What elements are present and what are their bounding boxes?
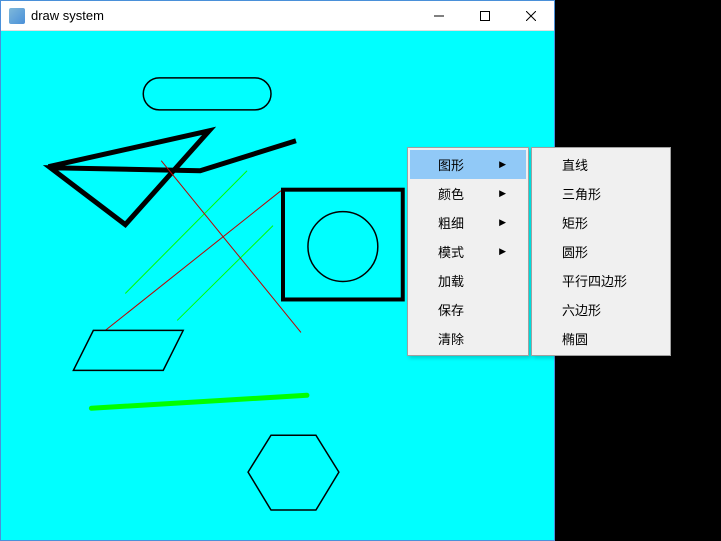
shape-red-line2 <box>105 191 281 331</box>
app-icon <box>9 8 25 24</box>
submenu-item-label: 圆形 <box>562 242 588 261</box>
shape-submenu[interactable]: 直线三角形矩形圆形平行四边形六边形椭圆 <box>531 147 671 356</box>
submenu-item-6[interactable]: 椭圆 <box>534 324 668 353</box>
menu-item-0[interactable]: 图形 ▶ <box>410 150 526 179</box>
titlebar[interactable]: draw system <box>1 1 554 31</box>
submenu-item-label: 三角形 <box>562 184 601 203</box>
chevron-right-icon: ▶ <box>499 188 506 199</box>
submenu-item-label: 直线 <box>562 155 588 174</box>
submenu-item-1[interactable]: 三角形 <box>534 179 668 208</box>
shape-parallelogram <box>73 330 183 370</box>
maximize-button[interactable] <box>462 1 508 30</box>
submenu-item-label: 六边形 <box>562 300 601 319</box>
shape-hexagon <box>248 435 339 510</box>
menu-item-1[interactable]: 颜色 ▶ <box>410 179 526 208</box>
menu-item-label: 保存 <box>438 300 464 319</box>
submenu-item-label: 平行四边形 <box>562 271 627 290</box>
menu-item-label: 模式 <box>438 242 464 261</box>
context-menu[interactable]: 图形 ▶ 颜色 ▶ 粗细 ▶ 模式 ▶ 加载保存清除 <box>407 147 529 356</box>
menu-item-2[interactable]: 粗细 ▶ <box>410 208 526 237</box>
menu-item-4[interactable]: 加载 <box>410 266 526 295</box>
minimize-icon <box>434 11 444 21</box>
menu-item-label: 加载 <box>438 271 464 290</box>
submenu-item-label: 矩形 <box>562 213 588 232</box>
menu-item-5[interactable]: 保存 <box>410 295 526 324</box>
close-icon <box>526 11 536 21</box>
maximize-icon <box>480 11 490 21</box>
menu-item-6[interactable]: 清除 <box>410 324 526 353</box>
submenu-item-5[interactable]: 六边形 <box>534 295 668 324</box>
chevron-right-icon: ▶ <box>499 246 506 257</box>
shape-green-thick <box>91 395 307 408</box>
shape-rectangle <box>283 190 403 300</box>
shape-circle <box>308 212 378 282</box>
submenu-item-0[interactable]: 直线 <box>534 150 668 179</box>
window-title: draw system <box>31 8 416 23</box>
shape-arrow-triangle <box>48 131 296 225</box>
menu-item-3[interactable]: 模式 ▶ <box>410 237 526 266</box>
menu-item-label: 粗细 <box>438 213 464 232</box>
chevron-right-icon: ▶ <box>499 217 506 228</box>
close-button[interactable] <box>508 1 554 30</box>
submenu-item-2[interactable]: 矩形 <box>534 208 668 237</box>
window-controls <box>416 1 554 30</box>
submenu-item-4[interactable]: 平行四边形 <box>534 266 668 295</box>
menu-item-label: 颜色 <box>438 184 464 203</box>
menu-item-label: 清除 <box>438 329 464 348</box>
shape-rounded-rect <box>143 78 271 110</box>
submenu-item-3[interactable]: 圆形 <box>534 237 668 266</box>
submenu-item-label: 椭圆 <box>562 329 588 348</box>
minimize-button[interactable] <box>416 1 462 30</box>
menu-item-label: 图形 <box>438 155 464 174</box>
chevron-right-icon: ▶ <box>499 159 506 170</box>
